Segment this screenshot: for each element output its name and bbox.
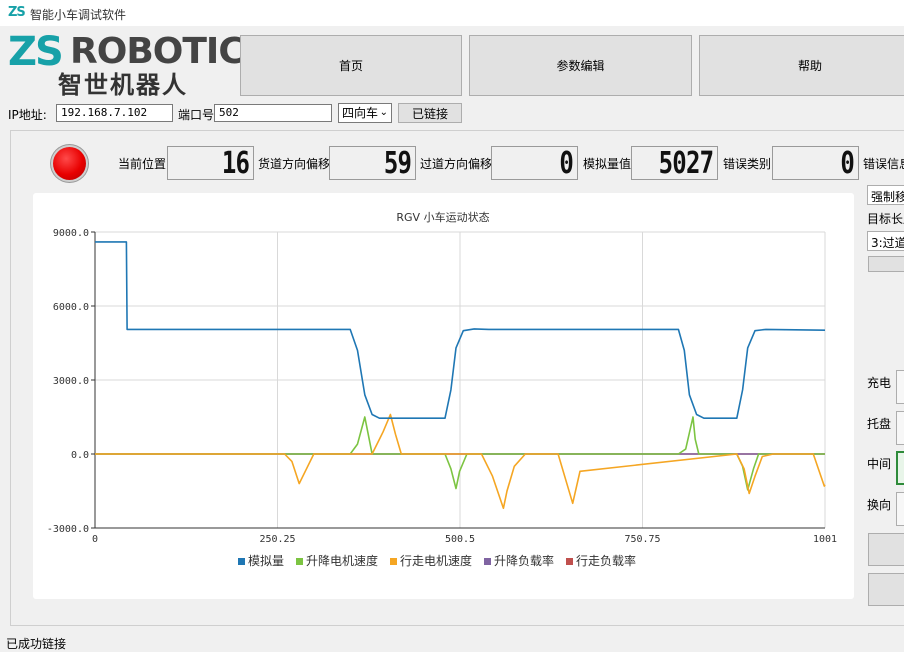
vehicle-type-value: 四向车 xyxy=(342,106,379,120)
x-tick-label: 750.75 xyxy=(624,534,660,545)
analog-value-label: 模拟量值 xyxy=(583,157,632,171)
x-tick-label: 1001 xyxy=(813,534,837,545)
middle-indicator[interactable] xyxy=(896,451,904,485)
tray-label: 托盘 xyxy=(867,417,892,431)
legend-label: 模拟量 xyxy=(248,554,284,568)
charge-indicator[interactable] xyxy=(896,370,904,404)
window-title: 智能小车调试软件 xyxy=(30,8,127,22)
force-move-button[interactable]: 强制移动 xyxy=(867,185,904,205)
legend-label: 行走负载率 xyxy=(576,553,636,568)
y-tick-label: 3000.0 xyxy=(53,376,89,387)
port-label: 端口号 xyxy=(178,108,215,122)
charge-label: 充电 xyxy=(867,376,892,390)
motion-status-chart: RGV 小车运动状态 0 250.25 500.5 750.75 1001 9000.0 6… xyxy=(47,210,837,568)
chevron-down-icon: ⌄ xyxy=(379,107,388,118)
y-tick-label: 6000.0 xyxy=(53,302,89,313)
error-type-label: 错误类别 xyxy=(723,157,772,171)
current-position-display: 16 xyxy=(167,146,254,181)
tray-indicator[interactable] xyxy=(896,411,904,445)
home-button[interactable]: 首页 xyxy=(240,35,462,96)
aisle-offset-display: 0 xyxy=(491,146,578,181)
vehicle-type-select[interactable]: 四向车 ⌄ xyxy=(338,103,392,123)
title-bar xyxy=(0,0,904,26)
legend-swatch xyxy=(390,558,397,565)
status-bar xyxy=(0,630,904,650)
param-edit-button[interactable]: 参数编辑 xyxy=(469,35,692,96)
help-button[interactable]: 帮助 xyxy=(699,35,904,96)
x-tick-label: 250.25 xyxy=(259,534,295,545)
x-tick-label: 500.5 xyxy=(445,534,475,545)
legend-swatch xyxy=(484,558,491,565)
target-length-input[interactable] xyxy=(868,256,904,272)
app-icon: ZS xyxy=(8,5,26,20)
y-tick-label: -3000.0 xyxy=(47,524,89,535)
legend-swatch xyxy=(238,558,245,565)
direction-select[interactable]: 3:过道方向 xyxy=(867,231,904,251)
ip-label: IP地址: xyxy=(8,108,47,122)
legend-swatch xyxy=(566,558,573,565)
legend-label: 行走电机速度 xyxy=(400,553,472,568)
target-length-label: 目标长度 xyxy=(867,212,904,226)
ip-address-input[interactable]: 192.168.7.102 xyxy=(56,104,173,122)
logo-chinese-name: 智世机器人 xyxy=(58,71,188,99)
aisle-offset-label: 过道方向偏移 xyxy=(420,157,493,171)
side-action-button-1[interactable] xyxy=(868,533,904,566)
side-action-button-2[interactable] xyxy=(868,573,904,606)
status-led-icon xyxy=(53,147,86,180)
y-tick-label: 0.0 xyxy=(71,450,89,461)
middle-label: 中间 xyxy=(867,457,892,471)
y-tick-label: 9000.0 xyxy=(53,228,89,239)
turn-indicator[interactable] xyxy=(896,492,904,526)
logo-zs: ZS xyxy=(8,29,64,75)
current-position-label: 当前位置 xyxy=(118,157,167,171)
connect-button[interactable]: 已链接 xyxy=(398,103,462,123)
error-type-display: 0 xyxy=(772,146,859,181)
shelf-offset-display: 59 xyxy=(329,146,416,181)
legend-label: 升降负载率 xyxy=(494,553,554,568)
shelf-offset-label: 货道方向偏移 xyxy=(258,157,331,171)
legend-swatch xyxy=(296,558,303,565)
port-input[interactable]: 502 xyxy=(214,104,332,122)
error-info-label: 错误信息 xyxy=(863,157,904,171)
legend-label: 升降电机速度 xyxy=(306,553,378,568)
analog-value-display: 5027 xyxy=(631,146,718,181)
chart-title: RGV 小车运动状态 xyxy=(396,210,489,224)
x-tick-label: 0 xyxy=(92,534,98,545)
status-text: 已成功链接 xyxy=(6,637,67,651)
turn-label: 换向 xyxy=(867,498,892,512)
